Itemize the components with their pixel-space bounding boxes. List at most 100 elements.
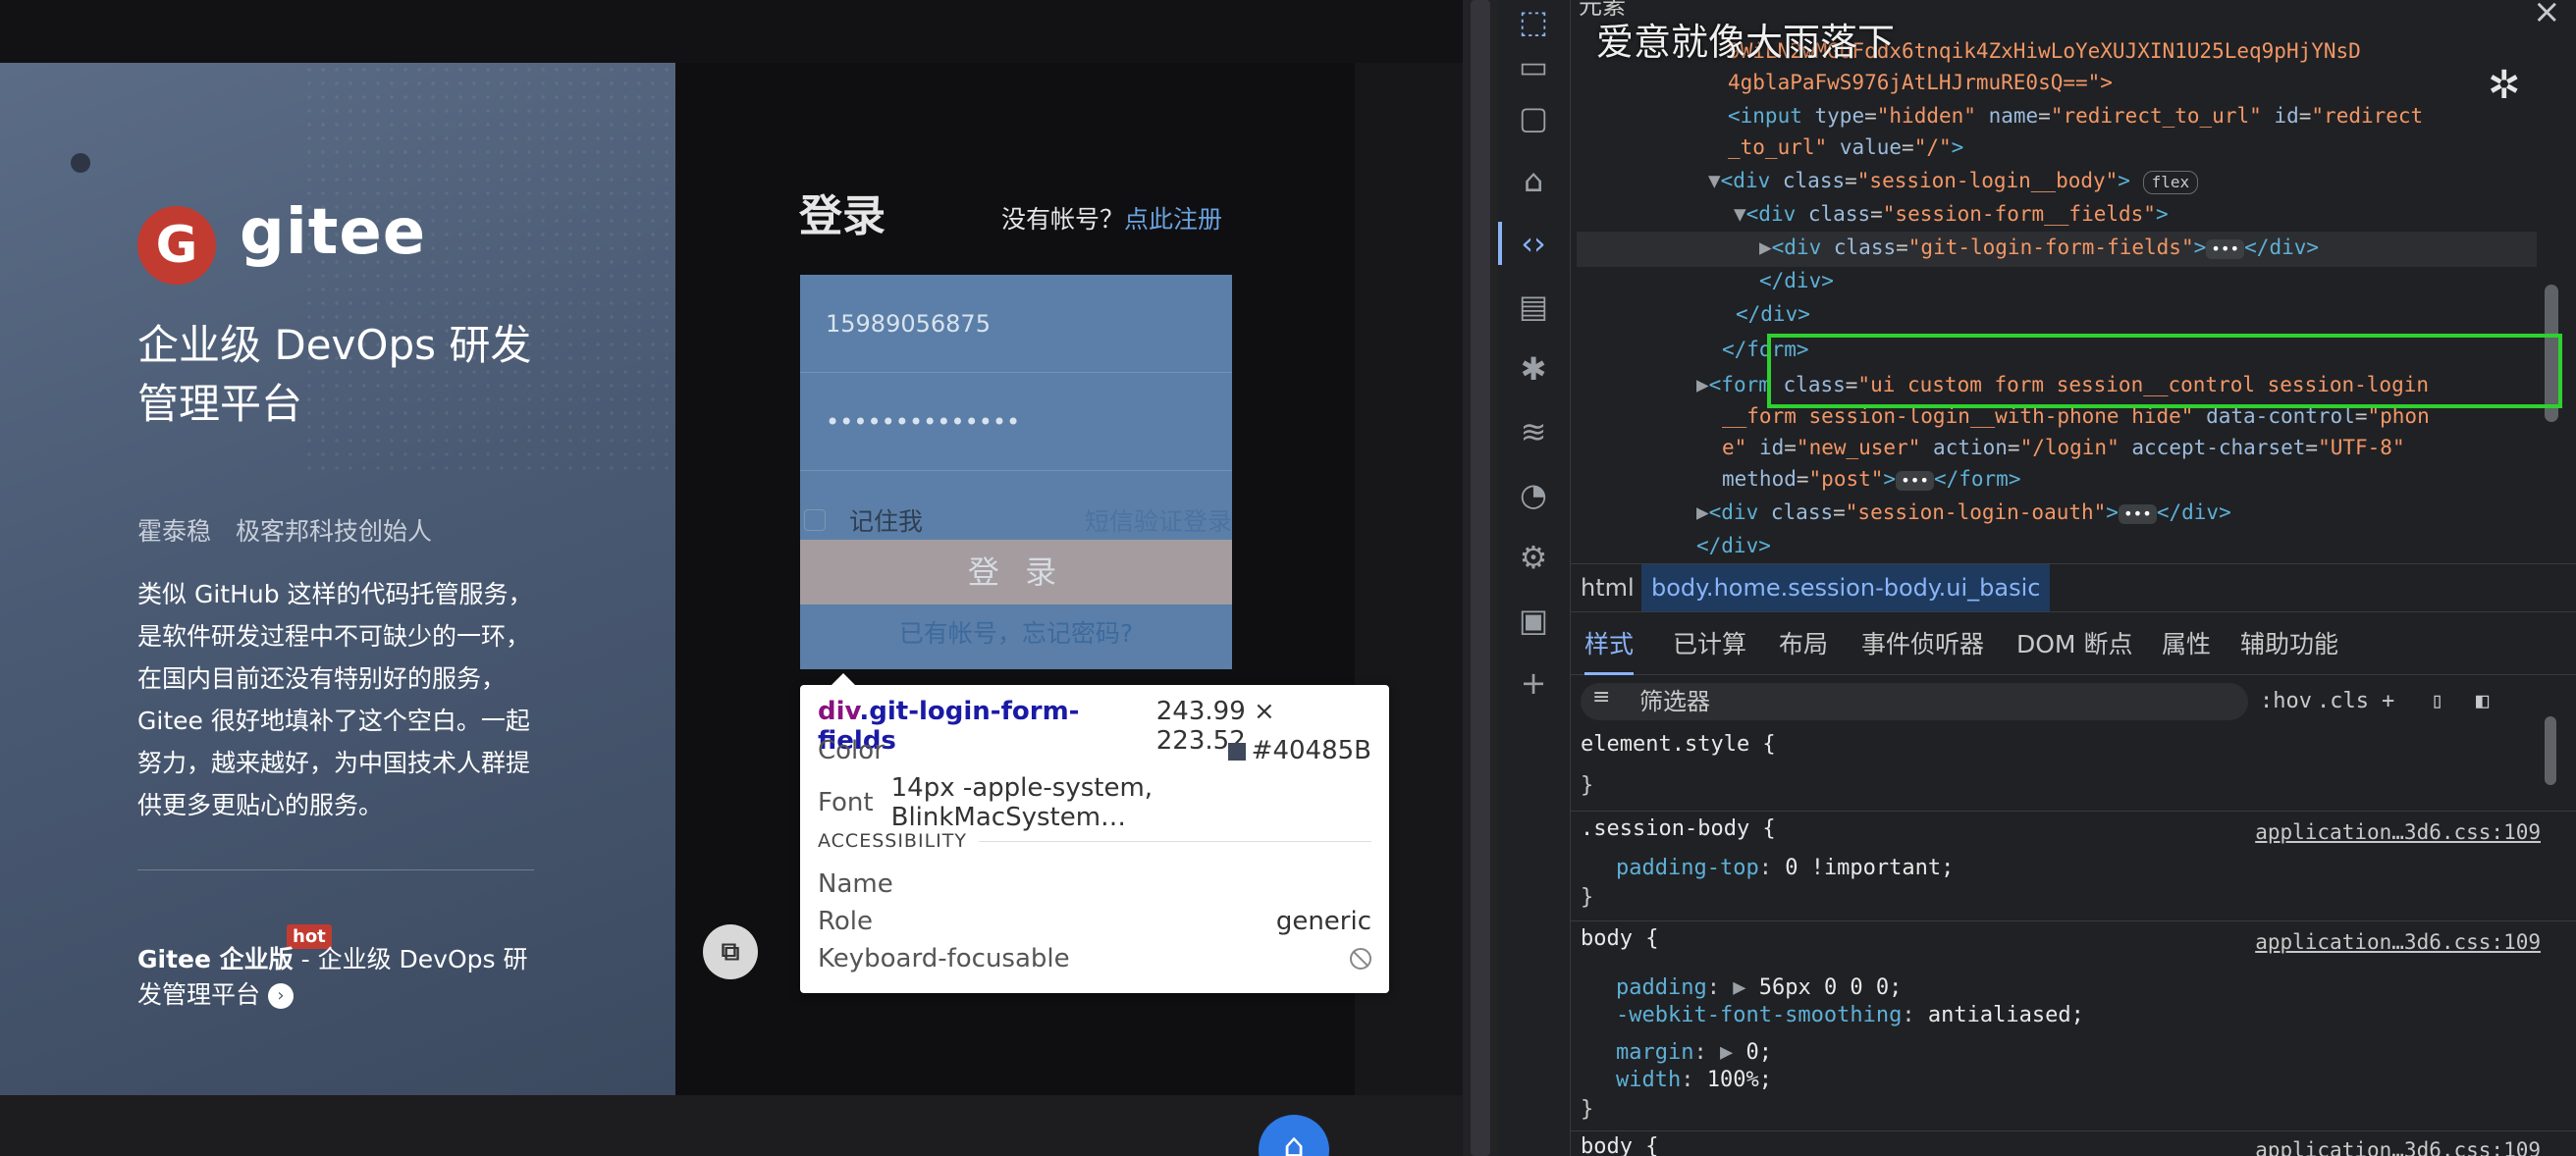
home-icon[interactable]: ⌂ — [1512, 159, 1555, 202]
paint-icon[interactable]: ▯ — [2431, 683, 2443, 720]
forgot-password-link[interactable]: 已有帐号，忘记密码? — [800, 614, 1232, 650]
memory-icon[interactable]: ⚙ — [1512, 536, 1555, 579]
body-selector-2[interactable]: body { — [1581, 1134, 1658, 1156]
close-brace: } — [1581, 885, 1594, 910]
enterprise-link[interactable]: Gitee 企业版 - 企业级 DevOps 研发管理平台 › — [137, 942, 550, 1013]
css-declaration[interactable]: margin: ▶ 0; — [1616, 1040, 1772, 1065]
source-link[interactable]: application…3d6.css:109 — [2255, 930, 2541, 954]
element-style-selector[interactable]: element.style { — [1581, 732, 1776, 757]
styles-rules: element.style { } .session-body { applic… — [1571, 728, 2576, 1156]
css-value: 56px 0 0 0; — [1758, 975, 1903, 1000]
code-line[interactable]: ▼<div class="session-login__body"> flex — [1708, 169, 2199, 194]
tab-event-listeners[interactable]: 事件侦听器 — [1861, 614, 1984, 675]
expand-dots[interactable]: ••• — [2118, 504, 2157, 524]
expand-dots[interactable]: ••• — [1896, 471, 1934, 491]
attr-value: / — [1926, 135, 1940, 159]
code-line[interactable]: </div> — [1759, 269, 1834, 292]
login-button[interactable]: 登 录 — [800, 540, 1232, 604]
sidebar-toggle-icon[interactable]: ◧ — [2476, 683, 2489, 720]
lyric-overlay: 爱意就像大雨落下 — [1596, 21, 1896, 64]
brand-name[interactable]: gitee — [240, 196, 426, 269]
hov-toggle[interactable]: :hov — [2260, 683, 2312, 720]
scrollbar-thumb[interactable] — [1471, 0, 1490, 1156]
wifi-icon[interactable]: ≋ — [1512, 410, 1555, 453]
code-line[interactable]: <input type="hidden" name="redirect_to_u… — [1728, 104, 2423, 128]
color-swatch — [1227, 742, 1246, 761]
tab-properties[interactable]: 属性 — [2162, 614, 2211, 675]
code-line[interactable]: </div> — [1736, 302, 1810, 326]
window-icon[interactable]: ▢ — [1512, 96, 1555, 139]
close-brace: } — [1581, 773, 1594, 798]
styles-filter-input[interactable]: 筛选器 — [1581, 683, 2248, 720]
attr-value: redirect — [2324, 104, 2424, 128]
css-declaration[interactable]: -webkit-font-smoothing: antialiased; — [1616, 1003, 2084, 1027]
css-declaration[interactable]: padding-top: 0 !important; — [1616, 856, 1954, 880]
console-icon[interactable]: ▤ — [1512, 285, 1555, 328]
tab-accessibility[interactable]: 辅助功能 — [2240, 614, 2338, 675]
no-account-label: 没有帐号？ — [1001, 205, 1125, 234]
code-line[interactable]: ▼<div class="session-form__fields"> — [1734, 202, 2169, 226]
quote-text: 类似 GitHub 这样的代码托管服务，是软件研发过程中不可缺少的一环，在国内目… — [137, 580, 533, 819]
code-line[interactable]: ▶<div class="session-login-oauth"> ••• </d… — [1696, 500, 2231, 524]
code-line[interactable]: </div> — [1696, 534, 1771, 557]
attr-value: e — [1722, 436, 1735, 459]
tab-dom-breakpoints[interactable]: DOM 断点 — [2016, 614, 2132, 675]
tab-layout[interactable]: 布局 — [1779, 614, 1828, 675]
application-icon[interactable]: ▣ — [1512, 599, 1555, 642]
body-selector[interactable]: body { — [1581, 926, 1658, 951]
source-link[interactable]: application…3d6.css:109 — [2255, 1138, 2541, 1156]
accessibility-person-icon[interactable]: ✲ — [2488, 63, 2521, 108]
remember-checkbox[interactable] — [804, 509, 826, 531]
close-tag: </form> — [1933, 467, 2021, 491]
tab-computed[interactable]: 已计算 — [1673, 614, 1746, 675]
code-line[interactable]: 4gblaPaFwS976jAtLHJrmuRE0sQ=="> — [1728, 71, 2113, 94]
page-topbar — [0, 0, 1463, 63]
elements-scrollbar[interactable] — [2545, 39, 2558, 550]
role-value: generic — [1275, 907, 1371, 936]
breadcrumb-html[interactable]: html — [1571, 564, 1644, 611]
css-value: antialiased; — [1927, 1003, 2084, 1027]
enterprise-link-bold: Gitee 企业版 — [137, 945, 294, 973]
password-field[interactable]: •••••••••••••• — [800, 373, 1232, 471]
elements-icon[interactable]: ‹› — [1512, 222, 1555, 265]
phone-field[interactable]: 15989056875 — [800, 275, 1232, 373]
css-declaration[interactable]: padding: ▶ 56px 0 0 0; — [1616, 975, 1902, 1000]
styles-scroll-thumb[interactable] — [2545, 716, 2556, 785]
performance-icon[interactable]: ◔ — [1512, 473, 1555, 516]
quote-author: 霍泰稳 极客邦科技创始人 — [137, 517, 433, 546]
attr-value: redirect_to_url — [2063, 104, 2250, 128]
inspect-icon[interactable]: ⬚ — [1512, 0, 1555, 43]
dom-breadcrumb: html body.home.session-body.ui_basic — [1571, 563, 2576, 612]
css-declaration[interactable]: width: 100%; — [1616, 1068, 1772, 1092]
close-tag: </div> — [2156, 500, 2231, 524]
flex-badge[interactable]: flex — [2142, 171, 2199, 194]
tab-styles[interactable]: 样式 — [1584, 614, 1635, 675]
styles-scrollbar[interactable] — [2543, 687, 2558, 1156]
remember-label: 记住我 — [849, 507, 924, 536]
session-body-selector[interactable]: .session-body { — [1581, 816, 1776, 841]
register-link[interactable]: 点此注册 — [1124, 205, 1222, 234]
code-line-selected[interactable]: ▶<div class="git-login-form-fields"> ••• <… — [1759, 236, 2319, 259]
breadcrumb-body[interactable]: body.home.session-body.ui_basic — [1641, 564, 2051, 611]
source-link[interactable]: application…3d6.css:109 — [2255, 820, 2541, 844]
gitee-logo-icon[interactable]: G — [137, 206, 216, 285]
code-line[interactable]: e" id="new_user" action="/login" accept-… — [1722, 436, 2405, 459]
device-toolbar-icon[interactable]: ▭ — [1512, 45, 1555, 88]
filter-icon: ≡ — [1592, 685, 1611, 709]
expand-dots[interactable]: ••• — [2206, 239, 2245, 259]
font-label: Font — [818, 788, 874, 817]
bug-icon[interactable]: ✱ — [1512, 347, 1555, 391]
add-panel-icon[interactable]: + — [1512, 661, 1555, 705]
sms-login-link[interactable]: 短信验证登录 — [1085, 502, 1232, 538]
close-icon[interactable]: × — [2533, 0, 2561, 31]
code-line[interactable]: method="post"> ••• </form> — [1722, 467, 2020, 491]
attr-value: /login — [2032, 436, 2108, 459]
code-line[interactable]: _to_url" value="/"> — [1728, 135, 1963, 159]
logo-letter: G — [155, 216, 198, 275]
cls-toggle[interactable]: .cls — [2317, 683, 2369, 720]
css-property: margin — [1616, 1040, 1694, 1065]
link-float-icon[interactable]: ⧉ — [703, 924, 758, 979]
new-rule-icon[interactable]: + — [2382, 683, 2394, 720]
highlight-box — [1767, 334, 2562, 408]
page-scrollbar[interactable] — [1463, 0, 1498, 1156]
